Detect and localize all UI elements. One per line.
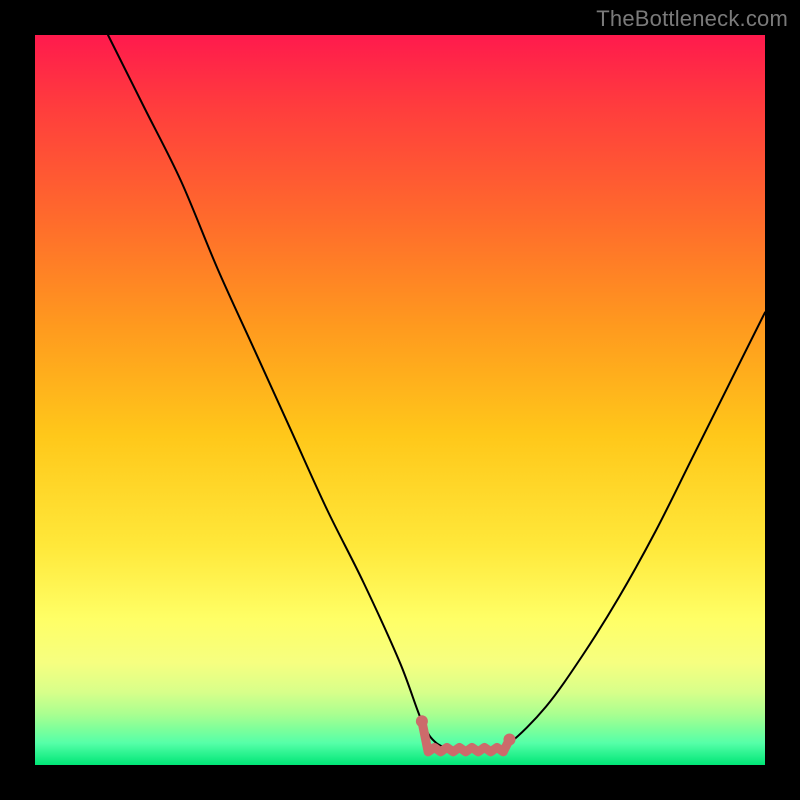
chart-frame: TheBottleneck.com	[0, 0, 800, 800]
curve-svg	[35, 35, 765, 765]
nadir-endpoint-right	[504, 733, 516, 745]
nadir-endpoint-left	[416, 715, 428, 727]
watermark-label: TheBottleneck.com	[596, 6, 788, 32]
plot-area	[35, 35, 765, 765]
bottleneck-curve	[108, 35, 765, 751]
nadir-marker	[422, 721, 510, 752]
